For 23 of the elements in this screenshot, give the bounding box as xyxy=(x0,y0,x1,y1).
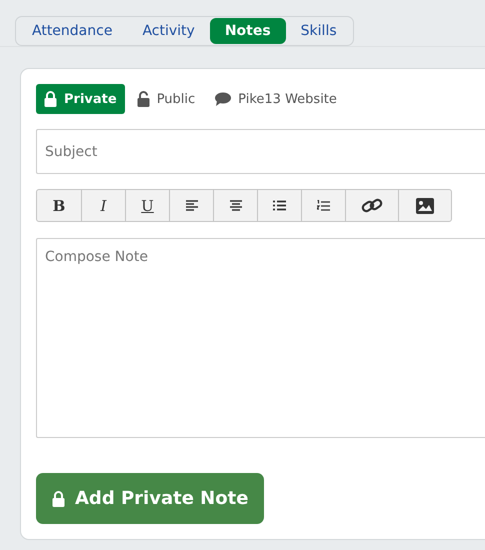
tab[interactable]: Attendance xyxy=(17,18,128,44)
add-note-button[interactable]: Add Private Note xyxy=(36,473,264,524)
tab[interactable]: Activity xyxy=(127,18,210,44)
note-body-field[interactable]: Compose Note xyxy=(36,238,485,438)
visibility-option[interactable]: Public xyxy=(128,84,204,114)
align-left-icon xyxy=(186,200,198,211)
unlocked-padlock-icon xyxy=(136,91,150,107)
underline-button[interactable]: U xyxy=(125,190,169,221)
bold-button[interactable]: B xyxy=(37,190,81,221)
bullet-list-icon xyxy=(273,200,286,211)
tab[interactable]: Notes xyxy=(210,18,286,44)
visibility-option[interactable]: Private xyxy=(36,84,125,114)
speech-bubble-icon xyxy=(215,92,232,106)
numbered-list-icon xyxy=(317,200,330,212)
link-icon xyxy=(361,196,383,214)
align-center-icon xyxy=(230,200,242,211)
subject-field[interactable]: Subject xyxy=(36,129,485,174)
padlock-icon xyxy=(52,490,65,506)
tab[interactable]: Skills xyxy=(286,18,352,44)
visibility-option[interactable]: Pike13 Website xyxy=(207,84,345,114)
image-icon xyxy=(416,198,434,214)
italic-button[interactable]: I xyxy=(81,190,125,221)
padlock-icon xyxy=(44,91,57,107)
